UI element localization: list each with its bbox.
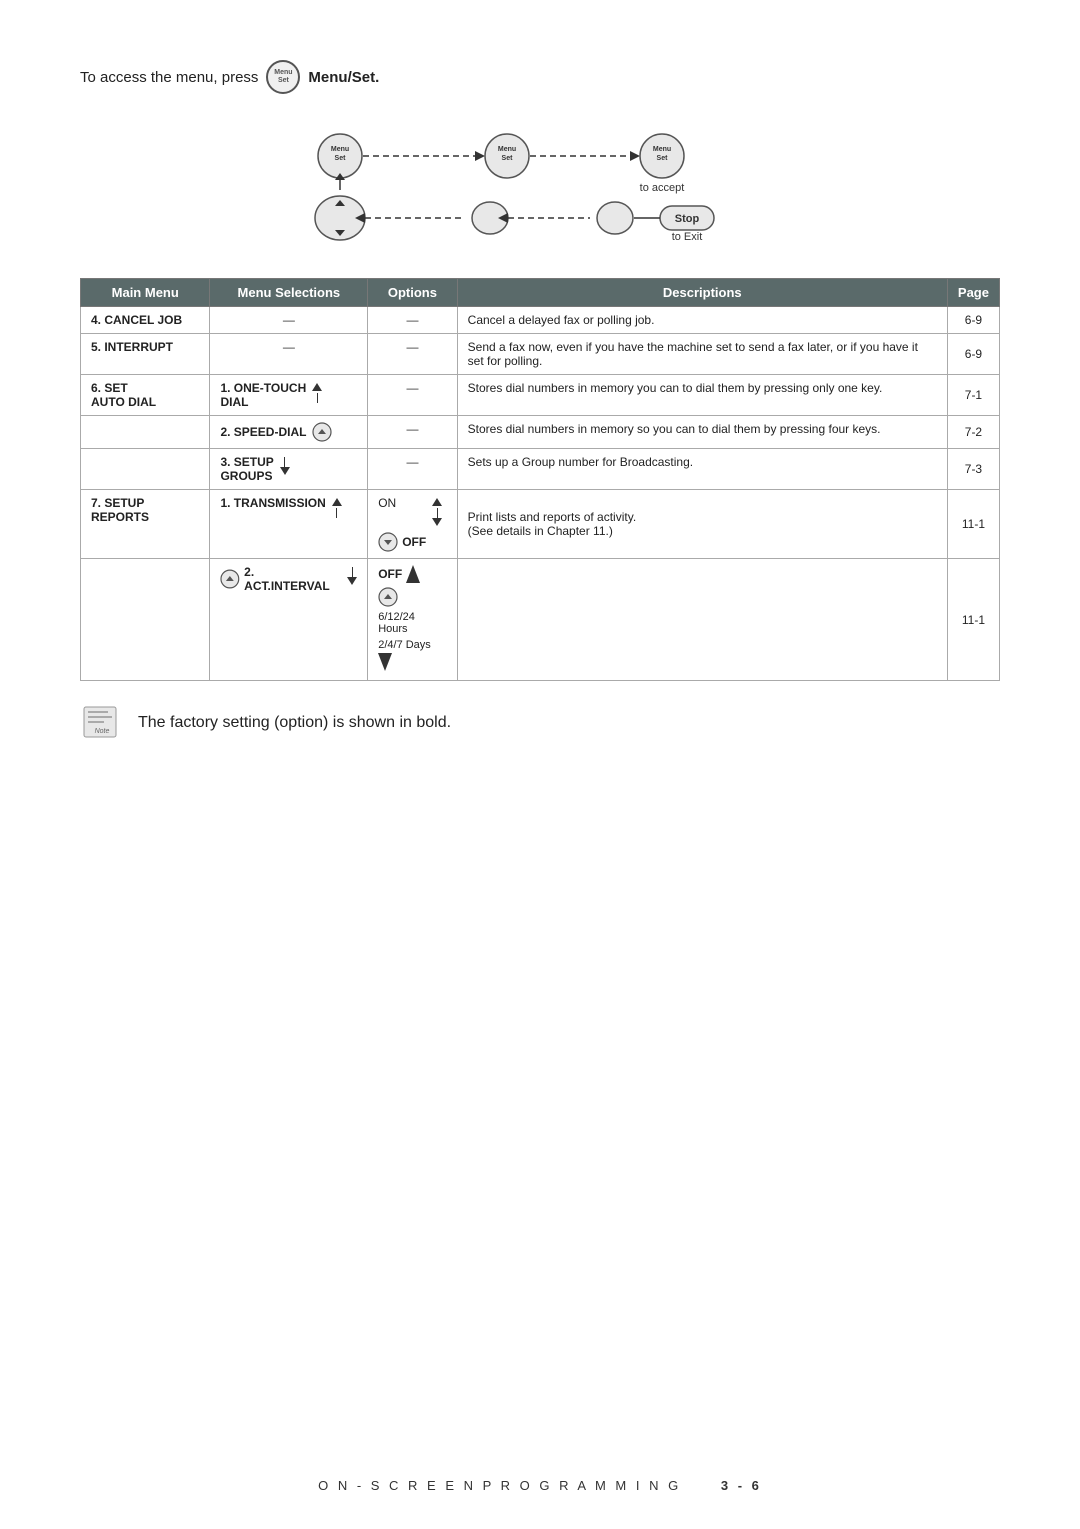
table-row: 7. SETUP REPORTS 1. TRANSMISSION ON <box>81 490 1000 559</box>
options-cell: — <box>368 375 457 416</box>
note-line: Note The factory setting (option) is sho… <box>80 705 1000 741</box>
svg-text:Note: Note <box>95 728 110 735</box>
col-header-descriptions: Descriptions <box>457 279 947 307</box>
footer-text: O N - S C R E E N P R O G R A M M I N G <box>318 1478 681 1493</box>
main-menu-cell: 6. SETAUTO DIAL <box>81 375 210 416</box>
options-cell: ON OFF <box>368 490 457 559</box>
intro-line: To access the menu, press MenuSet Menu/S… <box>80 60 1000 94</box>
table-row: 2. SPEED-DIAL — Stores dial numbers in m… <box>81 416 1000 449</box>
note-icon: Note <box>80 705 124 741</box>
menu-sel-cell: 1. TRANSMISSION <box>210 490 368 559</box>
col-header-page: Page <box>947 279 999 307</box>
svg-text:Set: Set <box>657 155 669 162</box>
svg-text:Menu: Menu <box>498 146 516 153</box>
intro-text-before: To access the menu, press <box>80 69 258 86</box>
scroll-icon <box>312 422 332 442</box>
desc-cell <box>457 559 947 681</box>
desc-cell: Stores dial numbers in memory so you can… <box>457 416 947 449</box>
arrow-down-icon <box>378 653 392 671</box>
main-menu-cell: 5. INTERRUPT <box>81 334 210 375</box>
desc-cell: Send a fax now, even if you have the mac… <box>457 334 947 375</box>
page-cell: 7-2 <box>947 416 999 449</box>
svg-text:Set: Set <box>335 155 347 162</box>
col-header-options: Options <box>368 279 457 307</box>
main-menu-cell <box>81 559 210 681</box>
menu-set-button-icon: MenuSet <box>266 60 300 94</box>
desc-cell: Cancel a delayed fax or polling job. <box>457 307 947 334</box>
menu-sel-cell: 3. SETUPGROUPS <box>210 449 368 490</box>
svg-text:Menu: Menu <box>331 146 349 153</box>
nav-diagram: Menu Set Menu Set Menu Set to accept <box>260 118 820 248</box>
svg-text:to Exit: to Exit <box>672 231 703 243</box>
svg-text:Stop: Stop <box>675 213 700 225</box>
svg-text:to accept: to accept <box>640 182 685 194</box>
options-cell: — <box>368 307 457 334</box>
svg-text:Set: Set <box>502 155 514 162</box>
menu-table: Main Menu Menu Selections Options Descri… <box>80 278 1000 681</box>
desc-cell: Print lists and reports of activity.(See… <box>457 490 947 559</box>
options-cell: OFF 6/12/24 Hour <box>368 559 457 681</box>
page-cell: 6-9 <box>947 307 999 334</box>
table-row: 6. SETAUTO DIAL 1. ONE-TOUCHDIAL — Store… <box>81 375 1000 416</box>
footer-page: 3 - 6 <box>721 1478 762 1493</box>
options-cell: — <box>368 416 457 449</box>
scroll-down-icon <box>378 532 398 552</box>
table-header-row: Main Menu Menu Selections Options Descri… <box>81 279 1000 307</box>
menu-sel-cell: — <box>210 334 368 375</box>
scroll-up-icon-2 <box>378 587 398 607</box>
page-cell: 7-1 <box>947 375 999 416</box>
menu-set-label: Menu/Set. <box>308 69 379 86</box>
col-header-menu-sel: Menu Selections <box>210 279 368 307</box>
page-container: To access the menu, press MenuSet Menu/S… <box>0 0 1080 821</box>
page-cell: 6-9 <box>947 334 999 375</box>
nav-diagram-svg: Menu Set Menu Set Menu Set to accept <box>260 118 820 248</box>
scroll-icon-2 <box>220 569 240 589</box>
table-row: 2. ACT.INTERVAL OFF <box>81 559 1000 681</box>
svg-text:Menu: Menu <box>653 146 671 153</box>
main-menu-cell <box>81 449 210 490</box>
table-row: 3. SETUPGROUPS — Sets up a Group number … <box>81 449 1000 490</box>
menu-sel-cell: 2. SPEED-DIAL <box>210 416 368 449</box>
col-header-main-menu: Main Menu <box>81 279 210 307</box>
options-cell: — <box>368 334 457 375</box>
desc-cell: Sets up a Group number for Broadcasting. <box>457 449 947 490</box>
options-cell: — <box>368 449 457 490</box>
page-cell: 7-3 <box>947 449 999 490</box>
main-menu-cell: 7. SETUP REPORTS <box>81 490 210 559</box>
desc-cell: Stores dial numbers in memory you can to… <box>457 375 947 416</box>
main-menu-cell <box>81 416 210 449</box>
page-cell: 11-1 <box>947 490 999 559</box>
arrow-up-icon <box>406 565 420 583</box>
menu-sel-cell: 2. ACT.INTERVAL <box>210 559 368 681</box>
page-footer: O N - S C R E E N P R O G R A M M I N G … <box>0 1478 1080 1493</box>
table-row: 5. INTERRUPT — — Send a fax now, even if… <box>81 334 1000 375</box>
menu-sel-cell: 1. ONE-TOUCHDIAL <box>210 375 368 416</box>
menu-sel-cell: — <box>210 307 368 334</box>
page-cell: 11-1 <box>947 559 999 681</box>
main-menu-cell: 4. CANCEL JOB <box>81 307 210 334</box>
table-row: 4. CANCEL JOB — — Cancel a delayed fax o… <box>81 307 1000 334</box>
note-text: The factory setting (option) is shown in… <box>138 714 451 732</box>
